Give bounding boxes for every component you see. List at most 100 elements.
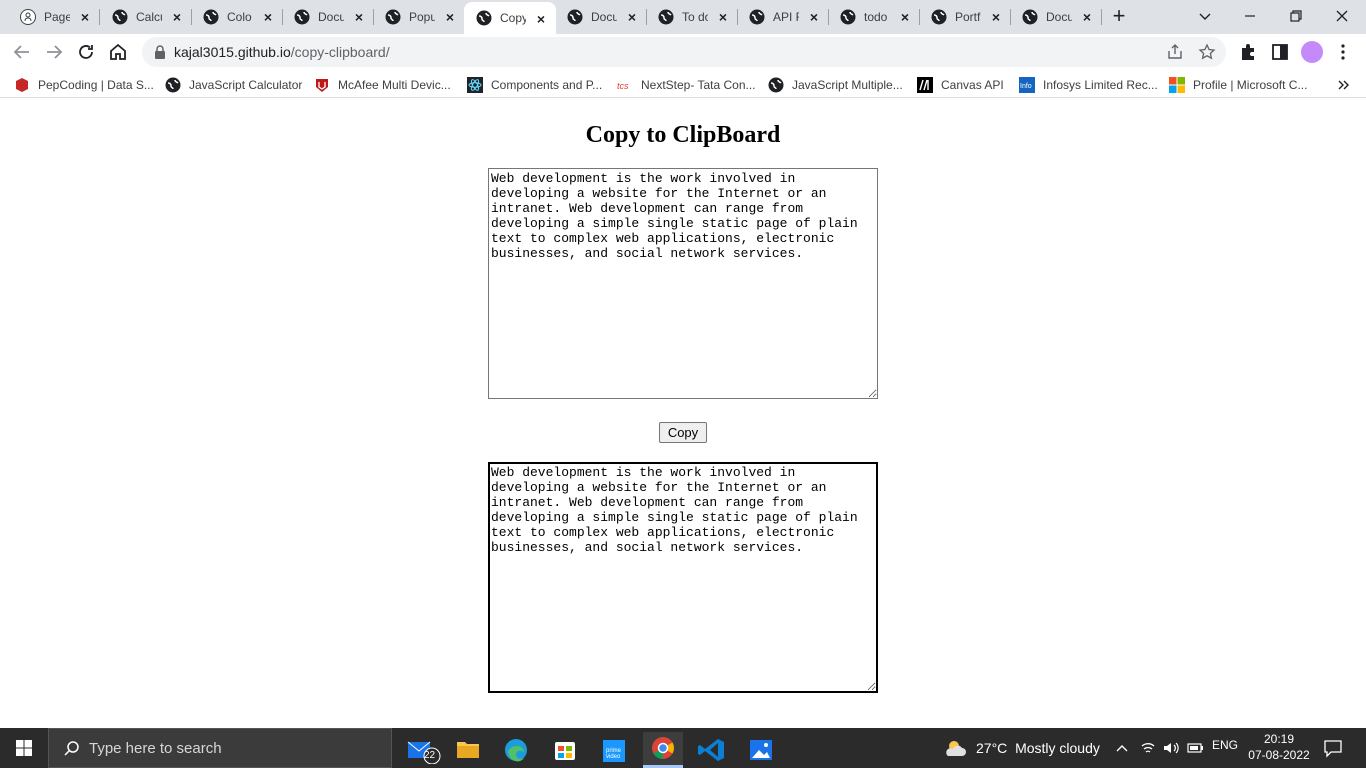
close-tab-icon[interactable]: × — [261, 10, 275, 24]
tab-page[interactable]: Page × — [8, 0, 100, 34]
taskbar-search-box[interactable]: Type here to search — [48, 728, 392, 768]
weather-condition: Mostly cloudy — [1015, 740, 1100, 756]
url-path: /copy-clipboard/ — [290, 44, 390, 60]
restore-button[interactable] — [1284, 5, 1308, 27]
share-icon[interactable] — [1166, 43, 1184, 61]
bookmark-microsoft[interactable]: Profile | Microsoft C... — [1169, 76, 1307, 94]
taskbar-chrome-active[interactable] — [643, 732, 683, 768]
prime-video-icon[interactable]: primevideo — [594, 732, 634, 768]
bookmark-components[interactable]: Components and P... — [467, 76, 602, 94]
bookmark-nextstep[interactable]: tcs NextStep- Tata Con... — [617, 76, 756, 94]
copy-button[interactable]: Copy — [659, 422, 707, 443]
home-icon[interactable] — [106, 40, 130, 64]
back-arrow-icon[interactable] — [10, 40, 34, 64]
tab-api[interactable]: API F × — [737, 0, 829, 34]
close-tab-icon[interactable]: × — [443, 10, 457, 24]
more-menu-icon[interactable] — [1333, 42, 1353, 62]
tab-portfolio[interactable]: Portf × — [919, 0, 1011, 34]
globe-icon — [840, 9, 856, 25]
globe-icon — [931, 9, 947, 25]
file-explorer-icon[interactable] — [448, 732, 488, 768]
language-indicator[interactable]: ENG — [1212, 738, 1238, 752]
close-tab-icon[interactable]: × — [898, 10, 912, 24]
browser-toolbar: kajal3015.github.io/copy-clipboard/ — [0, 34, 1366, 70]
globe-icon — [749, 9, 765, 25]
battery-icon[interactable] — [1186, 740, 1204, 756]
tab-colors[interactable]: Colo × — [191, 0, 283, 34]
globe-icon — [567, 9, 583, 25]
page-title: Copy to ClipBoard — [585, 122, 781, 148]
close-tab-icon[interactable]: × — [807, 10, 821, 24]
minimize-button[interactable] — [1238, 5, 1262, 27]
windows-start-icon[interactable] — [0, 728, 48, 768]
close-tab-icon[interactable]: × — [534, 12, 548, 26]
tab-search-chevron-icon[interactable] — [1193, 5, 1217, 27]
system-clock[interactable]: 20:19 07-08-2022 — [1244, 731, 1314, 763]
windows-taskbar: Type here to search 22 prime video 27°C M… — [0, 728, 1366, 768]
bookmarks-overflow-chevron-icon[interactable] — [1336, 78, 1350, 92]
volume-icon[interactable] — [1162, 740, 1180, 756]
globe-icon — [658, 9, 674, 25]
close-tab-icon[interactable]: × — [78, 10, 92, 24]
weather-widget[interactable]: 27°C Mostly cloudy — [944, 738, 1100, 758]
close-window-button[interactable] — [1330, 5, 1354, 27]
close-tab-icon[interactable]: × — [1080, 10, 1094, 24]
globe-icon — [385, 9, 401, 25]
paste-target-textarea[interactable]: Web development is the work involved in … — [488, 462, 878, 693]
new-tab-button[interactable]: + — [1109, 5, 1129, 27]
search-icon — [64, 741, 79, 756]
bookmark-js-calculator[interactable]: JavaScript Calculator — [165, 76, 302, 94]
close-tab-icon[interactable]: × — [352, 10, 366, 24]
svg-text:tcs: tcs — [617, 81, 629, 91]
notifications-icon[interactable] — [1322, 738, 1344, 758]
tab-document-3[interactable]: Docu × — [1010, 0, 1102, 34]
bookmark-star-icon[interactable] — [1198, 43, 1216, 61]
bookmark-mcafee[interactable]: McAfee Multi Devic... — [314, 76, 451, 94]
search-placeholder: Type here to search — [89, 740, 222, 757]
edge-browser-icon[interactable] — [496, 732, 536, 768]
bookmark-label: Components and P... — [491, 78, 603, 92]
forward-arrow-icon[interactable] — [42, 40, 66, 64]
bookmark-label: Profile | Microsoft C... — [1193, 78, 1308, 92]
tray-expand-chevron-icon[interactable] — [1115, 741, 1129, 755]
wifi-icon[interactable] — [1140, 740, 1156, 756]
close-tab-icon[interactable]: × — [716, 10, 730, 24]
globe-icon — [1022, 9, 1038, 25]
tab-title: Page — [44, 10, 70, 24]
tab-title: Calcu — [136, 10, 162, 24]
tab-copy-active[interactable]: Copy × — [464, 2, 556, 34]
bookmark-infosys[interactable]: Info Infosys Limited Rec... — [1019, 76, 1158, 94]
side-panel-icon[interactable] — [1270, 42, 1290, 62]
globe-icon — [768, 77, 784, 93]
taskbar-mail-app[interactable]: 22 — [402, 732, 442, 768]
tcs-icon: tcs — [617, 81, 629, 91]
tab-todo[interactable]: To do × — [646, 0, 738, 34]
bookmark-label: NextStep- Tata Con... — [641, 78, 756, 92]
vscode-icon[interactable] — [692, 732, 732, 768]
close-tab-icon[interactable]: × — [170, 10, 184, 24]
github-icon — [20, 9, 36, 25]
bookmark-canvas-api[interactable]: Canvas API — [917, 76, 1004, 94]
close-tab-icon[interactable]: × — [625, 10, 639, 24]
reload-icon[interactable] — [74, 40, 98, 64]
infosys-icon: Info — [1019, 77, 1035, 93]
profile-avatar[interactable] — [1301, 41, 1323, 63]
tab-title: Docu — [591, 10, 617, 24]
tab-todo-2[interactable]: todo × — [828, 0, 920, 34]
tab-document[interactable]: Docu × — [282, 0, 374, 34]
microsoft-store-icon[interactable] — [545, 732, 585, 768]
bookmark-js-multiple[interactable]: JavaScript Multiple... — [768, 76, 903, 94]
address-bar[interactable]: kajal3015.github.io/copy-clipboard/ — [142, 37, 1226, 67]
tab-calculator[interactable]: Calcu × — [100, 0, 192, 34]
tab-popup[interactable]: Popu × — [373, 0, 465, 34]
lock-icon[interactable] — [154, 45, 166, 59]
mcafee-icon — [316, 79, 328, 92]
tab-title: Copy — [500, 11, 526, 25]
close-tab-icon[interactable]: × — [989, 10, 1003, 24]
tab-document-2[interactable]: Docu × — [555, 0, 647, 34]
weather-temperature: 27°C — [976, 740, 1008, 756]
source-textarea[interactable]: Web development is the work involved in … — [488, 168, 878, 399]
bookmark-pepcoding[interactable]: PepCoding | Data S... — [14, 76, 154, 94]
photos-icon[interactable] — [741, 732, 781, 768]
extensions-puzzle-icon[interactable] — [1238, 42, 1258, 62]
